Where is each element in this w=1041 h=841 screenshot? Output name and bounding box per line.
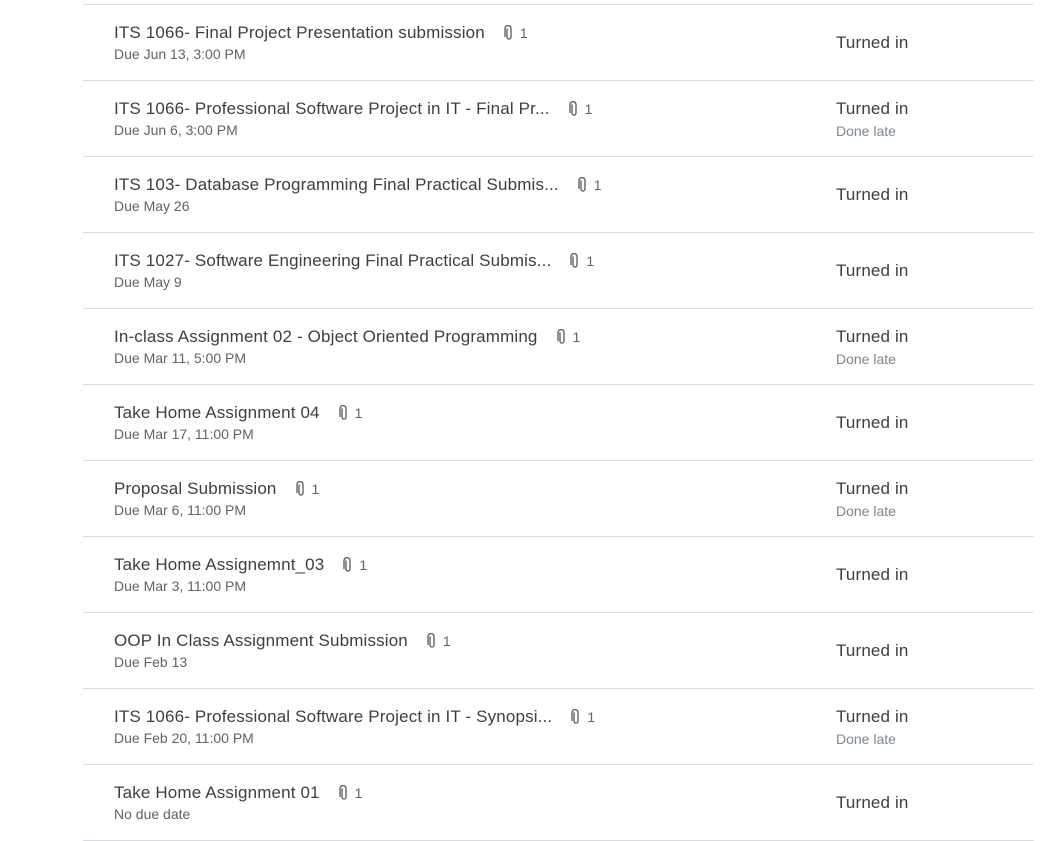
assignment-title[interactable]: In-class Assignment 02 - Object Oriented…	[114, 327, 538, 347]
attachment-count: 1	[338, 405, 362, 421]
due-date: Due Feb 20, 11:00 PM	[114, 730, 254, 746]
assignment-title[interactable]: OOP In Class Assignment Submission	[114, 631, 408, 651]
paperclip-icon	[338, 785, 347, 800]
status-area: Turned in	[836, 5, 909, 80]
assignment-row[interactable]: OOP In Class Assignment Submission 1 Due…	[83, 613, 1034, 689]
attachment-count: 1	[569, 253, 594, 269]
attachment-count: 1	[426, 633, 451, 649]
status-label: Turned in	[836, 478, 909, 498]
status-label: Turned in	[836, 98, 909, 118]
assignment-info: ITS 1066- Professional Software Project …	[114, 97, 774, 138]
assignment-info: ITS 1066- Final Project Presentation sub…	[114, 21, 774, 62]
attachment-count: 1	[568, 101, 592, 117]
paperclip-icon	[556, 329, 565, 344]
assignment-info: ITS 1066- Professional Software Project …	[114, 705, 774, 746]
due-date: Due May 9	[114, 274, 182, 290]
status-label: Turned in	[836, 706, 909, 726]
status-label: Turned in	[836, 32, 909, 52]
due-date: Due Feb 13	[114, 654, 188, 670]
assignment-title[interactable]: Take Home Assignemnt_03	[114, 555, 324, 575]
assignment-title[interactable]: ITS 1066- Professional Software Project …	[114, 707, 552, 727]
paperclip-icon	[343, 557, 352, 572]
attachment-count: 1	[338, 785, 362, 801]
assignment-row[interactable]: ITS 1066- Final Project Presentation sub…	[83, 5, 1034, 81]
status-area: Turned in Done late	[836, 689, 909, 764]
assignment-title[interactable]: ITS 1066- Professional Software Project …	[114, 99, 550, 119]
status-area: Turned in	[836, 385, 909, 460]
status-area: Turned in	[836, 157, 909, 232]
assignment-title[interactable]: ITS 1066- Final Project Presentation sub…	[114, 23, 485, 43]
attachment-count: 1	[577, 177, 602, 193]
assignment-row[interactable]: Take Home Assignemnt_03 1 Due Mar 3, 11:…	[83, 537, 1034, 613]
status-area: Turned in	[836, 613, 909, 688]
assignment-row[interactable]: ITS 1027- Software Engineering Final Pra…	[83, 233, 1034, 309]
assignment-info: Take Home Assignment 04 1 Due Mar 17, 11…	[114, 401, 774, 442]
assignment-info: Proposal Submission 1 Due Mar 6, 11:00 P…	[114, 477, 774, 518]
attachment-count: 1	[503, 25, 528, 41]
late-label: Done late	[836, 122, 896, 139]
assignment-row[interactable]: ITS 1066- Professional Software Project …	[83, 689, 1034, 765]
assignment-row[interactable]: In-class Assignment 02 - Object Oriented…	[83, 309, 1034, 385]
due-date: Due Mar 6, 11:00 PM	[114, 502, 247, 518]
attachment-count: 1	[556, 329, 580, 345]
due-date: Due Mar 17, 11:00 PM	[114, 426, 254, 442]
status-label: Turned in	[836, 640, 909, 660]
assignment-row[interactable]: Take Home Assignment 04 1 Due Mar 17, 11…	[83, 385, 1034, 461]
status-label: Turned in	[836, 792, 909, 812]
due-date: Due Mar 11, 5:00 PM	[114, 350, 247, 366]
assignment-row[interactable]: Proposal Submission 1 Due Mar 6, 11:00 P…	[83, 461, 1034, 537]
assignment-title[interactable]: ITS 103- Database Programming Final Prac…	[114, 175, 559, 195]
assignment-row[interactable]: ITS 1066- Professional Software Project …	[83, 81, 1034, 157]
status-area: Turned in	[836, 233, 909, 308]
paperclip-icon	[570, 253, 579, 268]
paperclip-icon	[504, 25, 512, 40]
assignment-info: In-class Assignment 02 - Object Oriented…	[114, 325, 774, 366]
due-date: No due date	[114, 806, 191, 822]
status-label: Turned in	[836, 184, 909, 204]
status-area: Turned in Done late	[836, 309, 909, 384]
due-date: Due May 26	[114, 198, 190, 214]
assignment-title[interactable]: Take Home Assignment 01	[114, 783, 320, 803]
assignment-list: ITS 1066- Final Project Presentation sub…	[83, 4, 1034, 841]
status-label: Turned in	[836, 260, 909, 280]
assignment-title[interactable]: Proposal Submission	[114, 479, 277, 499]
assignment-info: OOP In Class Assignment Submission 1 Due…	[114, 629, 774, 670]
assignment-info: ITS 1027- Software Engineering Final Pra…	[114, 249, 774, 290]
assignment-title[interactable]: Take Home Assignment 04	[114, 403, 320, 423]
paperclip-icon	[571, 709, 580, 724]
attachment-count: 1	[295, 481, 319, 497]
status-area: Turned in	[836, 537, 909, 612]
paperclip-icon	[427, 633, 435, 648]
late-label: Done late	[836, 502, 896, 519]
paperclip-icon	[338, 405, 347, 420]
late-label: Done late	[836, 350, 896, 367]
due-date: Due Jun 6, 3:00 PM	[114, 122, 238, 138]
status-area: Turned in	[836, 765, 909, 840]
assignment-info: ITS 103- Database Programming Final Prac…	[114, 173, 774, 214]
assignment-info: Take Home Assignemnt_03 1 Due Mar 3, 11:…	[114, 553, 774, 594]
due-date: Due Jun 13, 3:00 PM	[114, 46, 246, 62]
paperclip-icon	[578, 177, 586, 192]
assignment-row[interactable]: ITS 103- Database Programming Final Prac…	[83, 157, 1034, 233]
status-label: Turned in	[836, 564, 909, 584]
late-label: Done late	[836, 730, 896, 747]
attachment-count: 1	[342, 557, 367, 573]
assignment-info: Take Home Assignment 01 1 No due date	[114, 781, 774, 822]
paperclip-icon	[568, 101, 577, 116]
status-label: Turned in	[836, 326, 909, 346]
due-date: Due Mar 3, 11:00 PM	[114, 578, 247, 594]
status-label: Turned in	[836, 412, 909, 432]
status-area: Turned in Done late	[836, 461, 909, 536]
paperclip-icon	[295, 481, 304, 496]
assignment-title[interactable]: ITS 1027- Software Engineering Final Pra…	[114, 251, 551, 271]
attachment-count: 1	[570, 709, 595, 725]
assignment-row[interactable]: Take Home Assignment 01 1 No due date Tu…	[83, 765, 1034, 841]
status-area: Turned in Done late	[836, 81, 909, 156]
